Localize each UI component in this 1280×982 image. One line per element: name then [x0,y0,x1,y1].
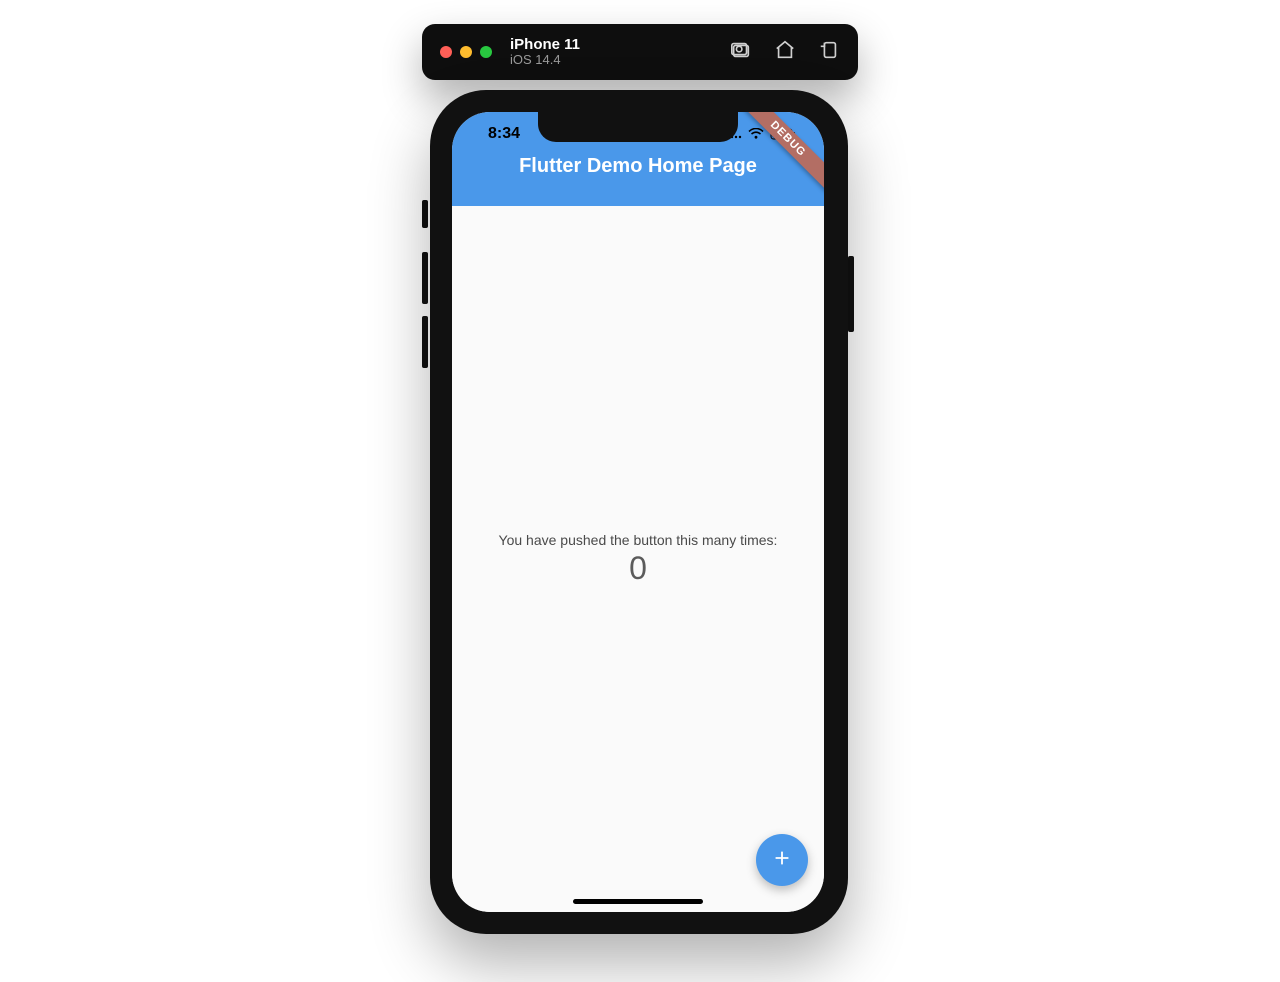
screenshot-icon[interactable] [730,39,752,66]
window-close-button[interactable] [440,46,452,58]
window-controls [440,46,492,58]
device-name: iPhone 11 [510,36,580,53]
counter-value: 0 [629,550,647,587]
phone-screen: DEBUG 8:34 Flutter Demo Home Page You ha… [452,112,824,912]
battery-icon [770,128,796,140]
volume-down-button[interactable] [422,316,428,368]
status-clock: 8:34 [488,125,520,143]
home-indicator[interactable] [573,899,703,904]
window-minimize-button[interactable] [460,46,472,58]
plus-icon [771,847,793,874]
counter-caption: You have pushed the button this many tim… [499,532,778,548]
rotate-icon[interactable] [818,39,840,66]
app-body: You have pushed the button this many tim… [452,206,824,912]
window-zoom-button[interactable] [480,46,492,58]
silence-switch[interactable] [422,200,428,228]
volume-up-button[interactable] [422,252,428,304]
wifi-icon [748,128,764,140]
simulator-title: iPhone 11 iOS 14.4 [510,36,580,68]
increment-fab[interactable] [756,834,808,886]
os-version: iOS 14.4 [510,53,580,68]
app-bar-title: Flutter Demo Home Page [452,156,824,178]
phone-notch [538,112,738,142]
simulator-tool-icons [730,39,840,66]
simulator-titlebar: iPhone 11 iOS 14.4 [422,24,858,80]
home-icon[interactable] [774,39,796,66]
power-button[interactable] [848,256,854,332]
